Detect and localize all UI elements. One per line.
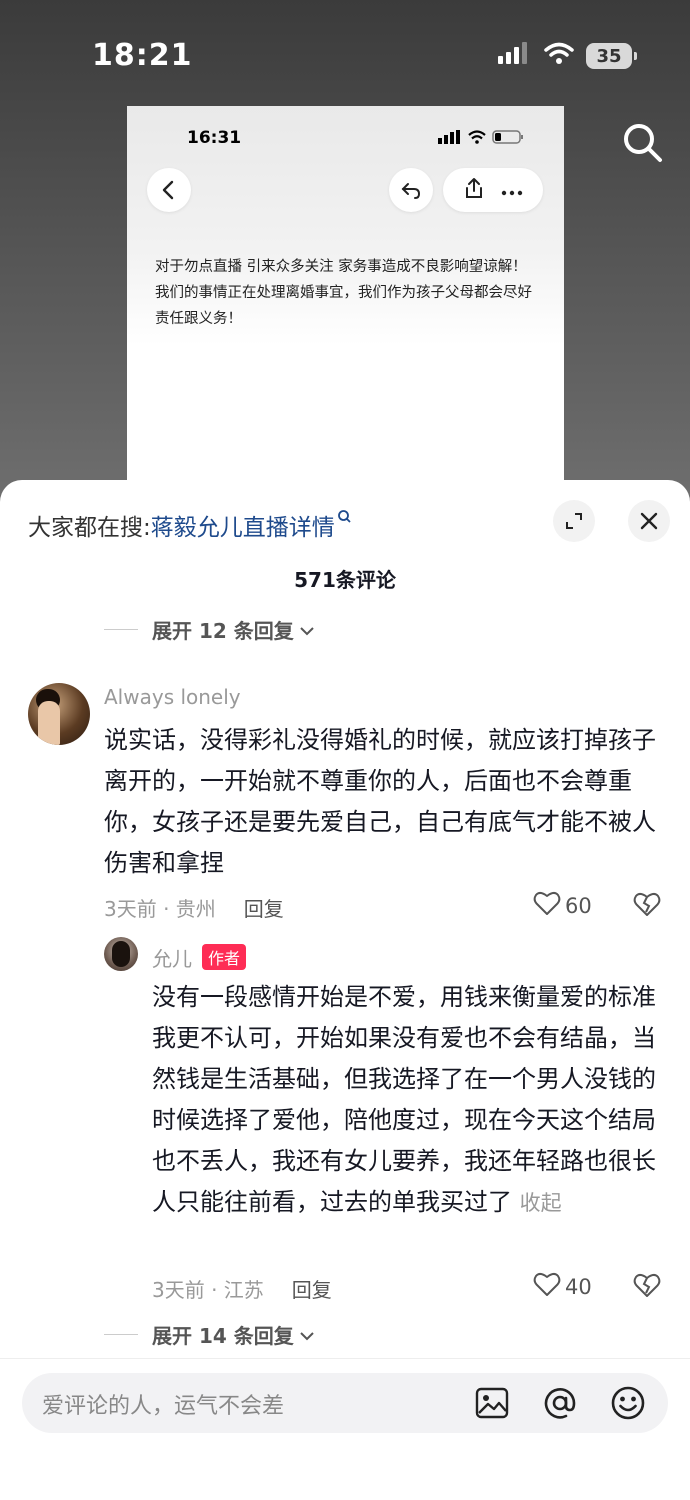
comment-count: 571条评论	[294, 568, 396, 592]
post-image[interactable]: 16:31 对于勿点直播 引来众多关注 家务事造成不良影响望谅解！ 我们的事情正…	[127, 106, 564, 486]
comment-meta: 3天前 · 贵州 回复	[104, 893, 284, 922]
comment-input-bar: 爱评论的人，运气不会差	[0, 1358, 690, 1500]
reply-text-block: 没有一段感情开始是不爱，用钱来衡量爱的标准我更不认可，开始如果没有爱也不会有结晶…	[152, 977, 662, 1224]
chevron-down-icon	[294, 618, 316, 642]
divider	[104, 1334, 138, 1335]
reply-like-count: 40	[565, 1274, 592, 1299]
image-icon[interactable]	[472, 1383, 512, 1423]
like-count: 60	[565, 893, 592, 918]
image-status-icons	[438, 130, 524, 144]
divider	[104, 629, 138, 630]
heart-icon	[533, 1271, 561, 1302]
reply-reply-button[interactable]: 回复	[292, 1278, 332, 1302]
reply-text: 没有一段感情开始是不爱，用钱来衡量爱的标准我更不认可，开始如果没有爱也不会有结晶…	[152, 983, 656, 1216]
reply-like-button[interactable]: 40	[533, 1271, 592, 1302]
reply-meta: 3天前 · 江苏 回复	[152, 1274, 332, 1303]
comment-input[interactable]: 爱评论的人，运气不会差	[22, 1373, 668, 1433]
wifi-icon	[544, 42, 574, 70]
comment-text: 说实话，没得彩礼没得婚礼的时候，就应该打掉孩子离开的，一开始就不尊重你的人，后面…	[104, 726, 656, 877]
comment-username[interactable]: Always lonely	[104, 685, 241, 709]
like-button[interactable]: 60	[533, 890, 592, 921]
status-icons: 35	[498, 42, 637, 70]
reply-time-location: 3天前 · 江苏	[152, 1278, 264, 1302]
search-icon[interactable]	[620, 120, 666, 166]
comment-time-location: 3天前 · 贵州	[104, 897, 216, 921]
emoji-icon[interactable]	[608, 1383, 648, 1423]
heart-icon	[533, 890, 561, 921]
back-icon[interactable]	[147, 168, 191, 212]
share-more-group	[443, 168, 543, 212]
image-text: 对于勿点直播 引来众多关注 家务事造成不良影响望谅解！ 我们的事情正在处理离婚事…	[155, 259, 532, 327]
author-badge: 作者	[202, 944, 247, 970]
comment-input-placeholder: 爱评论的人，运气不会差	[42, 1394, 285, 1419]
hot-search-keyword[interactable]: 蒋毅允儿直播详情	[151, 515, 335, 541]
expand-icon[interactable]	[553, 500, 595, 542]
signal-icon	[498, 42, 532, 70]
reply-username[interactable]: 允儿	[152, 947, 192, 971]
status-bar: 18:21 35	[0, 0, 690, 110]
share-icon[interactable]	[464, 177, 484, 203]
comment-sheet: 大家都在搜:蒋毅允儿直播详情 571条评论 展开 12 条回复 Always l…	[0, 480, 690, 1500]
battery-icon: 35	[586, 43, 637, 69]
reply-button[interactable]: 回复	[244, 897, 284, 921]
reply-username-row: 允儿 作者	[152, 943, 247, 972]
collapse-button[interactable]: 收起	[520, 1191, 562, 1215]
at-icon[interactable]	[540, 1383, 580, 1423]
forward-icon[interactable]	[389, 168, 433, 212]
dislike-icon[interactable]	[633, 891, 661, 921]
status-time: 18:21	[92, 38, 193, 73]
hot-search-prefix: 大家都在搜:	[28, 515, 151, 541]
chevron-down-icon	[294, 1323, 316, 1347]
expand-replies-top[interactable]: 展开 12 条回复	[104, 615, 316, 644]
avatar[interactable]	[28, 683, 90, 745]
expand-replies-label: 展开 12 条回复	[152, 619, 294, 643]
reply-avatar[interactable]	[104, 937, 138, 971]
close-icon[interactable]	[628, 500, 670, 542]
dislike-icon[interactable]	[633, 1272, 661, 1302]
expand-replies-label: 展开 14 条回复	[152, 1324, 294, 1348]
more-icon[interactable]	[501, 181, 523, 200]
image-status-time: 16:31	[187, 128, 242, 148]
small-search-icon	[335, 510, 353, 541]
hot-search[interactable]: 大家都在搜:蒋毅允儿直播详情	[28, 508, 353, 542]
expand-replies-bottom[interactable]: 展开 14 条回复	[104, 1320, 316, 1349]
